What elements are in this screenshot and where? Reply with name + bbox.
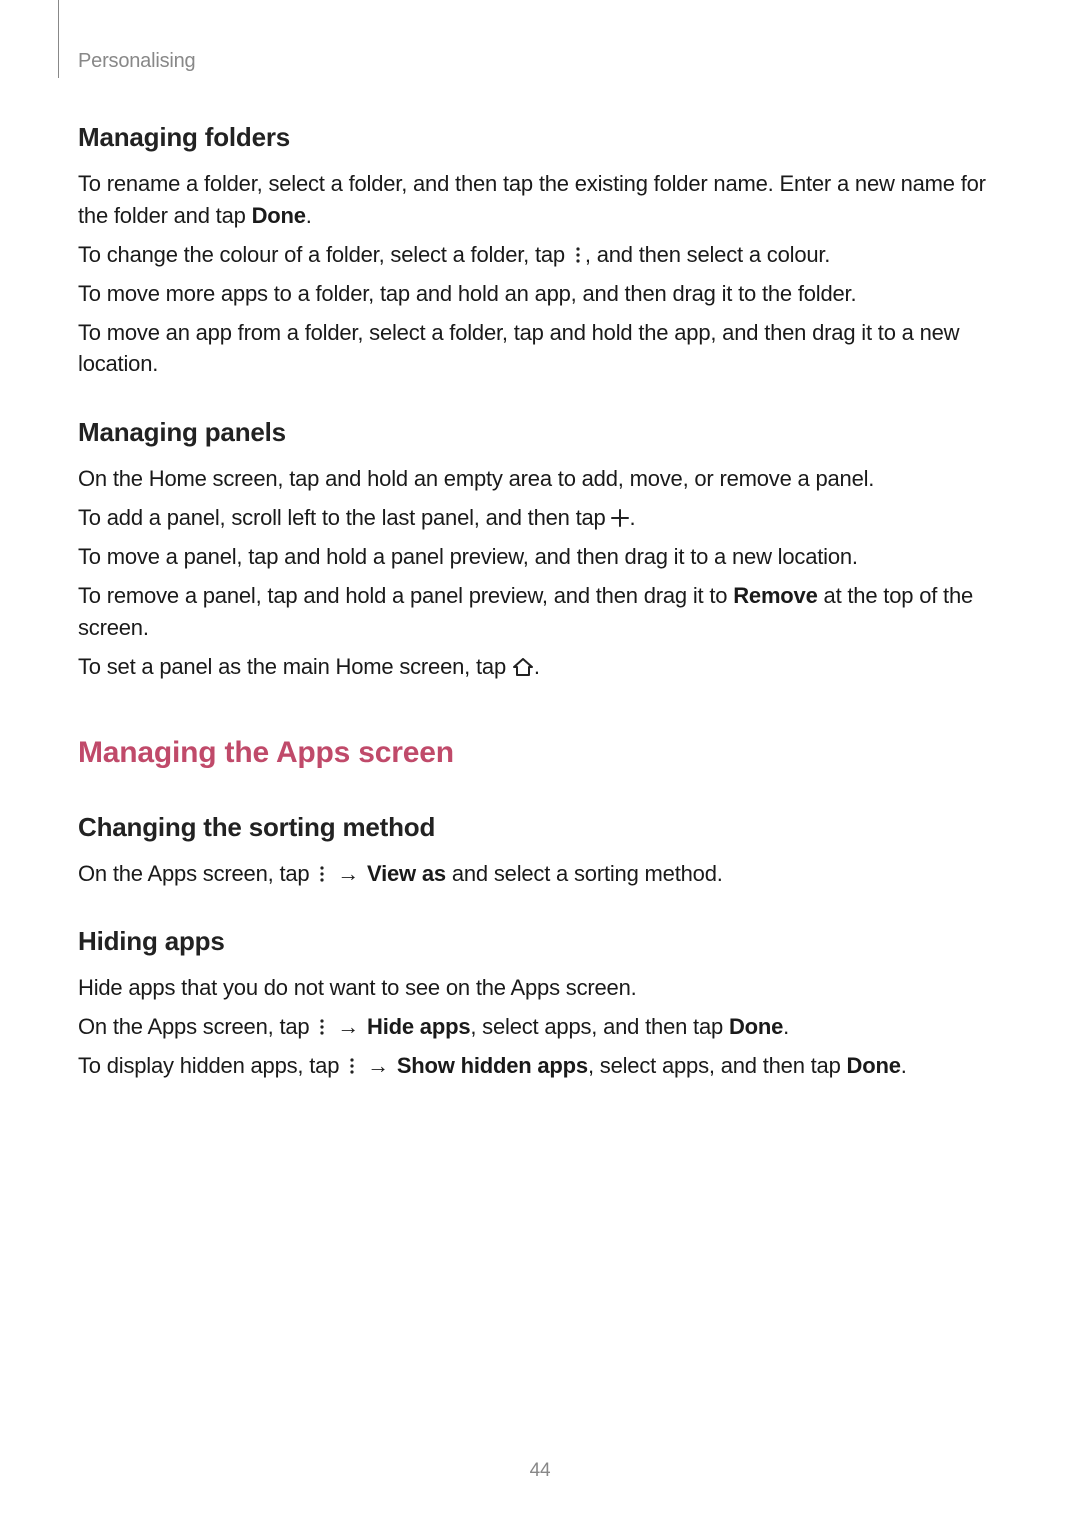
text: On the Apps screen, tap (78, 1014, 315, 1039)
page-header: Personalising (78, 44, 1002, 75)
plus-icon (611, 504, 629, 522)
heading-managing-panels: Managing panels (78, 414, 1002, 451)
text: and select a sorting method. (446, 861, 723, 886)
arrow-icon: → (335, 858, 361, 889)
heading-managing-folders: Managing folders (78, 119, 1002, 156)
text: , select apps, and then tap (588, 1053, 847, 1078)
text: . (783, 1014, 789, 1039)
done-label: Done (729, 1014, 783, 1039)
text: To set a panel as the main Home screen, … (78, 654, 512, 679)
page-number: 44 (0, 1458, 1080, 1485)
arrow-icon: → (365, 1050, 391, 1081)
body-text: To add a panel, scroll left to the last … (78, 502, 1002, 533)
heading-hiding-apps: Hiding apps (78, 923, 1002, 960)
text: , and then select a colour. (585, 242, 830, 267)
heading-changing-sorting-method: Changing the sorting method (78, 809, 1002, 846)
body-text: To move a panel, tap and hold a panel pr… (78, 541, 1002, 572)
view-as-label: View as (367, 861, 446, 886)
body-text: To display hidden apps, tap → Show hidde… (78, 1050, 1002, 1081)
heading-managing-apps-screen: Managing the Apps screen (78, 732, 1002, 775)
body-text: To rename a folder, select a folder, and… (78, 168, 1002, 230)
body-text: On the Apps screen, tap → Hide apps, sel… (78, 1011, 1002, 1042)
header-rule (58, 0, 59, 78)
body-text: To move an app from a folder, select a f… (78, 317, 1002, 379)
more-options-icon (571, 241, 585, 259)
body-text: On the Home screen, tap and hold an empt… (78, 463, 1002, 494)
show-hidden-apps-label: Show hidden apps (397, 1053, 588, 1078)
breadcrumb: Personalising (78, 50, 195, 72)
text: . (629, 505, 635, 530)
arrow-icon: → (335, 1011, 361, 1042)
text: To display hidden apps, tap (78, 1053, 345, 1078)
text: To add a panel, scroll left to the last … (78, 505, 611, 530)
text: To remove a panel, tap and hold a panel … (78, 583, 733, 608)
page: Personalising Managing folders To rename… (0, 0, 1080, 1527)
done-label: Done (252, 203, 306, 228)
body-text: Hide apps that you do not want to see on… (78, 972, 1002, 1003)
body-text: To change the colour of a folder, select… (78, 239, 1002, 270)
body-text: To set a panel as the main Home screen, … (78, 651, 1002, 682)
hide-apps-label: Hide apps (367, 1014, 470, 1039)
body-text: To move more apps to a folder, tap and h… (78, 278, 1002, 309)
text: On the Apps screen, tap (78, 861, 315, 886)
done-label: Done (847, 1053, 901, 1078)
body-text: On the Apps screen, tap → View as and se… (78, 858, 1002, 889)
home-icon (512, 653, 534, 671)
text: To rename a folder, select a folder, and… (78, 171, 986, 227)
text: , select apps, and then tap (470, 1014, 729, 1039)
remove-label: Remove (733, 583, 817, 608)
more-options-icon (345, 1052, 359, 1070)
text: . (306, 203, 312, 228)
text: . (534, 654, 540, 679)
body-text: To remove a panel, tap and hold a panel … (78, 580, 1002, 642)
more-options-icon (315, 1013, 329, 1031)
text: To change the colour of a folder, select… (78, 242, 571, 267)
text: . (901, 1053, 907, 1078)
more-options-icon (315, 860, 329, 878)
